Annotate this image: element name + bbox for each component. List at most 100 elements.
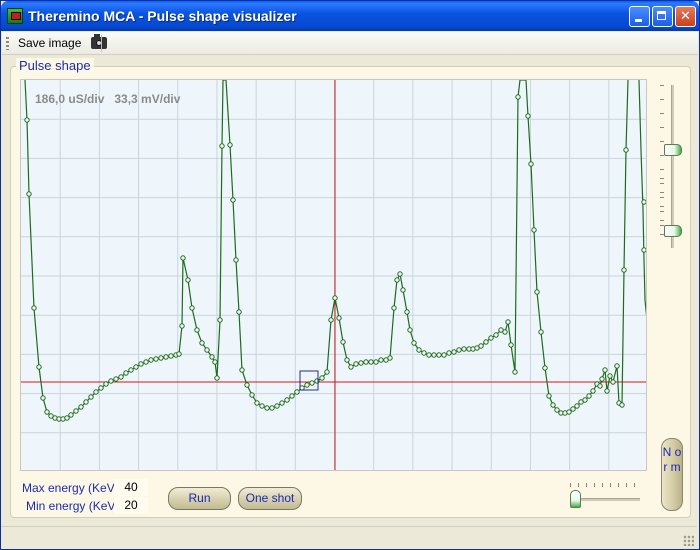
vertical-slider-bottom-thumb[interactable] [664,225,682,237]
pulse-trace-point [73,408,79,414]
pulse-trace-point [274,403,280,409]
pulse-trace-point [461,346,467,352]
max-energy-label: Max energy (KeV) [22,481,119,495]
pulse-trace-point [304,382,310,388]
one-shot-button[interactable]: One shot [238,487,302,510]
pulse-trace-point [148,357,154,363]
pulse-trace-point [353,361,359,367]
pulse-trace-point [98,385,104,391]
horizontal-slider-thumb[interactable] [570,490,581,508]
pulse-trace-point [546,393,552,399]
pulse-trace-point [400,287,406,293]
resize-grip-icon[interactable] [683,535,694,546]
save-image-button[interactable]: Save image [14,34,111,52]
pulse-trace-point [239,367,245,373]
pulse-trace-point [227,142,233,148]
pulse-trace-point [344,357,350,363]
pulse-trace-point [36,364,42,370]
pulse-trace-point [488,335,494,341]
pulse-trace-point [332,295,338,301]
pulse-trace-point [113,376,119,382]
pulse-trace-point [538,329,544,335]
pulse-trace-point [233,257,239,263]
pulse-trace-point [404,309,410,315]
pulse-trace-point [582,397,588,403]
pulse-trace-point [610,379,616,385]
pulse-trace-point [153,356,159,362]
pulse-trace-point [93,389,99,395]
minimize-button[interactable] [629,6,650,27]
pulse-trace-point [451,349,457,355]
pulse-trace-point [597,383,603,389]
pulse-trace-point [68,412,74,418]
pulse-trace-point [623,147,629,153]
pulse-trace-point [431,352,437,358]
pulse-trace-point [531,227,537,233]
pulse-trace-point [289,393,295,399]
pulse-trace-point [602,367,608,373]
pulse-trace-point [446,350,452,356]
vertical-slider-bottom[interactable] [656,178,686,248]
pulse-trace-point [421,350,427,356]
pulse-trace-point [314,378,320,384]
pulse-trace-point [348,364,354,370]
pulse-trace-point [515,94,521,100]
title-bar[interactable]: Theremino MCA - Pulse shape visualizer ✕ [1,1,699,31]
norm-button[interactable]: N o r m [661,438,683,511]
pulse-trace-point [83,399,89,405]
pulse-trace-point [328,317,334,323]
pulse-trace-point [189,305,195,311]
toolbar-grip-icon[interactable] [6,37,9,50]
pulse-trace-point [269,405,275,411]
camera-icon [90,34,107,49]
pulse-trace-point [199,340,205,346]
vertical-slider-top-thumb[interactable] [664,144,682,156]
pulse-plot[interactable]: 186,0 uS/div 33,3 mV/div [20,79,647,471]
min-energy-input[interactable]: 20 [114,497,148,514]
pulse-trace-point [168,353,174,359]
window-title: Theremino MCA - Pulse shape visualizer [28,8,297,24]
pulse-trace-point [570,406,576,412]
pulse-trace-point [336,315,342,321]
pulse-trace-point [358,360,364,366]
pulse-trace-point [373,359,379,365]
pulse-trace-point [411,340,417,346]
pulse-trace-point [103,381,109,387]
pulse-trace-point [566,409,572,415]
pulse-trace-point [26,191,32,197]
pulse-trace-point [64,415,70,421]
pulse-trace-point [599,376,605,382]
pulse-trace-point [180,255,186,261]
pulse-trace-point [436,352,442,358]
pulse-trace-point [554,407,560,413]
save-image-label: Save image [18,36,82,50]
pulse-trace-point [614,363,620,369]
pulse-shape-group-title: Pulse shape [16,58,94,73]
status-bar [1,526,697,549]
pulse-trace-point [236,309,242,315]
pulse-trace-point [143,359,149,365]
pulse-trace-point [550,402,556,408]
pulse-trace-point [204,347,210,353]
pulse-trace-point [478,343,484,349]
pulse-trace-point [118,374,124,380]
pulse-trace-point [407,327,413,333]
pulse-trace-point [340,339,346,345]
pulse-trace-point [641,247,646,253]
pulse-trace-point [244,382,250,388]
pulse-trace-point [394,277,400,283]
pulse-trace-point [214,375,220,381]
pulse-trace-point [219,143,225,149]
vertical-slider-bottom-track [671,178,674,248]
run-button[interactable]: Run [168,487,231,510]
pulse-trace-point [158,355,164,361]
pulse-trace-point [284,397,290,403]
pulse-trace-point [254,400,260,406]
close-button[interactable]: ✕ [675,6,696,27]
pulse-trace-point [217,317,223,323]
maximize-button[interactable] [652,6,673,27]
pulse-trace-point [505,319,511,325]
max-energy-input[interactable]: 40 [114,479,148,496]
horizontal-slider[interactable] [566,483,642,509]
horizontal-slider-ticks [570,483,640,487]
